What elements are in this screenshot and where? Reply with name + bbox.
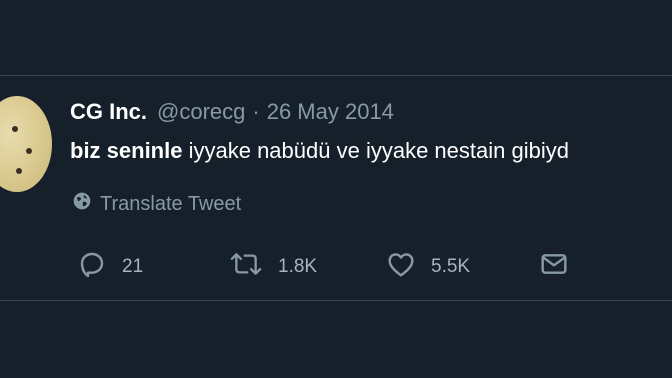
avatar-dot (26, 148, 32, 154)
tweet-date[interactable]: 26 May 2014 (267, 99, 394, 125)
share-icon (538, 248, 570, 286)
retweet-count: 1.8K (278, 256, 318, 277)
globe-icon (72, 191, 100, 217)
like-button[interactable]: 5.5K (385, 248, 470, 286)
header-separator: · (252, 99, 260, 124)
bottom-divider (0, 300, 672, 301)
action-bar: 21 1.8K 5.5K (0, 248, 672, 284)
like-icon (385, 248, 417, 286)
display-name[interactable]: CG Inc. (70, 99, 147, 125)
tweet-text-rest: iyyake nabüdü ve iyyake nestain gibiyd (182, 138, 569, 163)
share-button[interactable] (538, 248, 570, 286)
reply-count: 21 (122, 256, 144, 277)
like-count: 5.5K (431, 256, 471, 277)
tweet-text-bold: biz seninle (70, 138, 183, 163)
reply-icon (76, 248, 108, 286)
retweet-button[interactable]: 1.8K (228, 248, 317, 286)
avatar[interactable] (0, 96, 52, 192)
avatar-dot (12, 126, 18, 132)
retweet-icon (228, 248, 264, 286)
translate-tweet-label: Translate Tweet (100, 192, 242, 215)
avatar-dot (16, 168, 22, 174)
translate-tweet-link[interactable]: Translate Tweet (72, 191, 241, 217)
reply-button[interactable]: 21 (76, 248, 143, 286)
user-handle[interactable]: @corecg (157, 99, 245, 125)
tweet-text: biz seninle iyyake nabüdü ve iyyake nest… (70, 138, 672, 164)
tweet-screen: CG Inc. @corecg · 26 May 2014 biz seninl… (0, 0, 672, 378)
top-divider (0, 75, 672, 76)
tweet-header: CG Inc. @corecg · 26 May 2014 (70, 99, 394, 129)
